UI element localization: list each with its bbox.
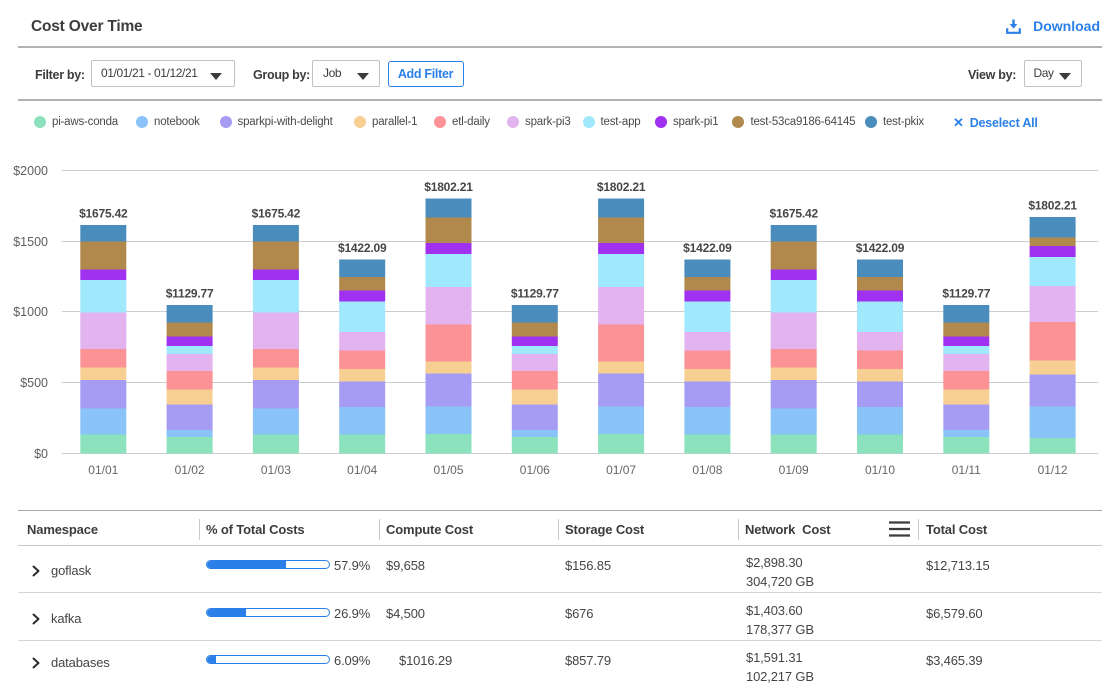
svg-text:$1422.09: $1422.09 (856, 241, 905, 255)
svg-text:01/06: 01/06 (520, 463, 550, 477)
svg-text:$1129.77: $1129.77 (942, 287, 990, 301)
svg-text:$2000: $2000 (13, 164, 48, 178)
svg-text:$1422.09: $1422.09 (683, 241, 732, 255)
svg-text:01/02: 01/02 (175, 463, 205, 477)
svg-text:01/01: 01/01 (88, 463, 118, 477)
svg-text:01/11: 01/11 (952, 463, 981, 477)
svg-text:01/07: 01/07 (606, 463, 636, 477)
svg-text:$1422.09: $1422.09 (338, 241, 387, 255)
svg-text:$1675.42: $1675.42 (769, 207, 818, 221)
svg-text:01/05: 01/05 (433, 463, 463, 477)
svg-text:01/03: 01/03 (261, 463, 291, 477)
svg-text:01/10: 01/10 (865, 463, 895, 477)
svg-text:$1000: $1000 (13, 305, 48, 319)
svg-text:$500: $500 (20, 376, 48, 390)
svg-text:01/09: 01/09 (779, 463, 809, 477)
svg-text:01/12: 01/12 (1038, 463, 1068, 477)
svg-text:01/04: 01/04 (347, 463, 377, 477)
svg-text:$0: $0 (34, 447, 48, 461)
svg-text:$1129.77: $1129.77 (511, 287, 559, 301)
svg-text:$1802.21: $1802.21 (597, 180, 646, 194)
svg-text:01/08: 01/08 (692, 463, 722, 477)
svg-text:$1675.42: $1675.42 (79, 207, 128, 221)
svg-text:$1802.21: $1802.21 (1028, 199, 1077, 213)
svg-text:$1500: $1500 (13, 235, 48, 249)
svg-text:$1129.77: $1129.77 (166, 287, 214, 301)
svg-text:$1675.42: $1675.42 (252, 207, 301, 221)
svg-text:$1802.21: $1802.21 (424, 180, 473, 194)
